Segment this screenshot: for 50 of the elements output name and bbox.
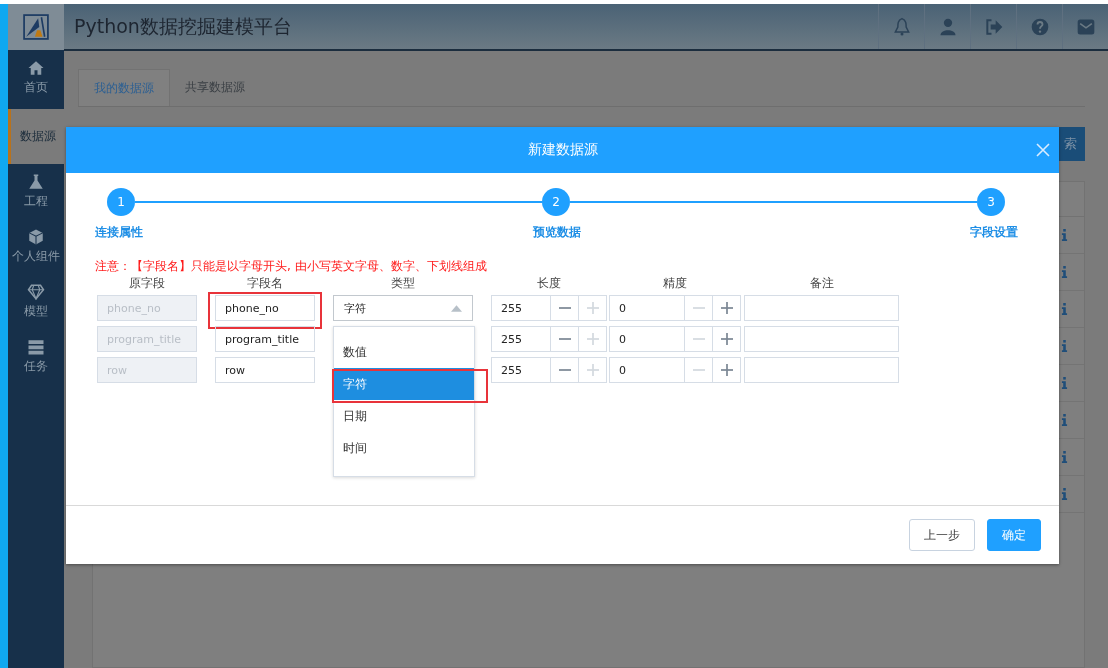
help-icon[interactable] (1029, 16, 1050, 37)
dropdown-option[interactable]: 日期 (334, 400, 474, 432)
info-icon[interactable] (1061, 377, 1068, 389)
cube-icon (27, 228, 45, 246)
dropdown-option[interactable]: 数值 (334, 336, 474, 368)
column-header: 长度 (536, 277, 562, 290)
dropdown-option[interactable]: 字符 (334, 368, 474, 400)
note-field[interactable] (744, 295, 899, 321)
step-label: 字段设置 (970, 224, 1018, 241)
info-icon[interactable] (1061, 340, 1068, 352)
step-label: 连接属性 (95, 224, 143, 241)
info-icon[interactable] (1061, 451, 1068, 463)
back-button[interactable]: 上一步 (909, 519, 975, 551)
column-header: 字段名 (246, 277, 284, 290)
step-circle: 2 (542, 188, 570, 216)
dialog-title: 新建数据源 (527, 141, 598, 159)
close-icon[interactable] (1035, 142, 1051, 158)
column-header: 精度 (662, 277, 688, 290)
bell-icon[interactable] (891, 16, 912, 37)
step-circle: 1 (107, 188, 135, 216)
flask-icon (27, 173, 45, 191)
column-header: 原字段 (128, 277, 166, 290)
sidebar-item[interactable]: 工程 (8, 164, 64, 219)
note-field[interactable] (744, 357, 899, 383)
step-circle: 3 (977, 188, 1005, 216)
diamond-icon (27, 283, 45, 301)
sidebar-item[interactable]: 个人组件 (8, 219, 64, 274)
sign-out-icon[interactable] (983, 16, 1004, 37)
info-icon[interactable] (1061, 229, 1068, 241)
info-icon[interactable] (1061, 488, 1068, 500)
server-icon (27, 338, 45, 356)
note-field[interactable] (744, 326, 899, 352)
app-title: Python数据挖掘建模平台 (74, 13, 292, 39)
name-field[interactable]: row (215, 357, 315, 383)
info-icon[interactable] (1061, 303, 1068, 315)
step-label: 预览数据 (532, 224, 581, 241)
column-header: 类型 (390, 277, 416, 290)
name-field[interactable]: program_title (215, 326, 315, 352)
info-icon[interactable] (1061, 266, 1068, 278)
info-icon[interactable] (1061, 414, 1068, 426)
sidebar-item[interactable]: 模型 (8, 274, 64, 329)
type-select[interactable]: 字符 (333, 295, 473, 321)
sidebar-item[interactable]: 首页 (8, 50, 64, 105)
home-icon (27, 59, 45, 77)
dropdown-option[interactable]: 时间 (334, 432, 474, 464)
name-field[interactable]: phone_no (215, 295, 315, 321)
column-header: 备注 (808, 277, 835, 290)
sidebar-item[interactable]: 任务 (8, 329, 64, 384)
logo-icon (23, 14, 49, 40)
notice-text: 注意：【字段名】只能是以字母开头, 由小写英文字母、数字、下划线组成 (94, 258, 488, 275)
